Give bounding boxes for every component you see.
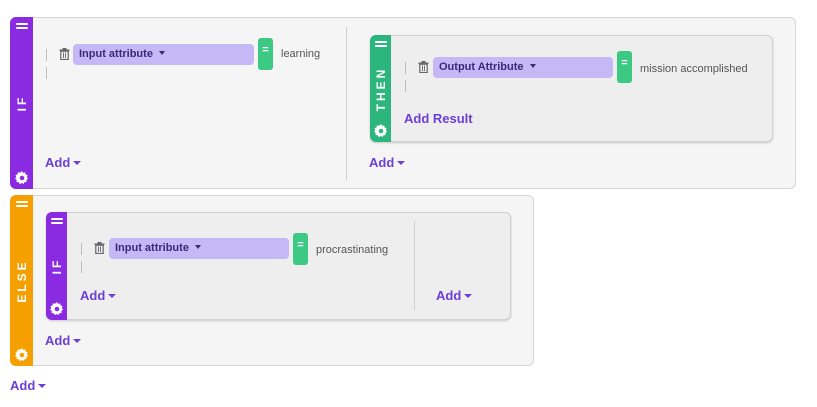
if-label: IF: [14, 94, 29, 112]
drag-handle-icon[interactable]: [405, 61, 409, 92]
gear-icon[interactable]: [14, 348, 29, 362]
condition-value: procrastinating: [316, 244, 389, 256]
then-label: THEN: [373, 66, 388, 111]
add-condition-button[interactable]: Add: [80, 288, 117, 304]
add-root-button[interactable]: Add: [10, 378, 47, 394]
caret-down-icon: [194, 245, 201, 249]
dropdown-label: Output Attribute: [439, 61, 524, 73]
caret-down-icon: [108, 294, 117, 298]
caret-down-icon: [158, 51, 165, 55]
divider: [346, 27, 347, 180]
caret-down-icon: [464, 294, 473, 298]
add-result-button[interactable]: Add Result: [404, 111, 473, 126]
caret-down-icon: [38, 384, 47, 388]
output-attribute-dropdown[interactable]: Output Attribute: [433, 57, 613, 78]
nested-if-strip[interactable]: IF: [46, 212, 67, 320]
add-then-button[interactable]: Add: [369, 155, 406, 171]
caret-down-icon: [529, 64, 536, 68]
add-label: Add: [45, 333, 71, 348]
input-attribute-dropdown[interactable]: Input attribute: [109, 238, 289, 259]
gear-icon[interactable]: [373, 124, 388, 138]
add-label: Add: [80, 288, 106, 303]
if-strip[interactable]: IF: [10, 17, 33, 189]
add-label: Add: [369, 155, 395, 170]
add-condition-button[interactable]: Add: [45, 155, 82, 171]
caret-down-icon: [397, 161, 406, 165]
trash-icon[interactable]: [94, 242, 105, 254]
drag-handle-icon[interactable]: [46, 48, 50, 79]
divider: [414, 221, 415, 310]
add-label: Add: [45, 155, 71, 170]
gear-icon[interactable]: [49, 302, 64, 316]
add-else-button[interactable]: Add: [45, 333, 82, 349]
gear-icon[interactable]: [14, 171, 29, 185]
input-attribute-dropdown[interactable]: Input attribute: [73, 44, 254, 65]
drag-handle-icon[interactable]: [374, 41, 387, 49]
add-label: Add: [436, 288, 462, 303]
add-then-button[interactable]: Add: [436, 288, 473, 304]
trash-icon[interactable]: [418, 61, 429, 73]
equals-operator-button[interactable]: =: [258, 38, 273, 70]
drag-handle-icon[interactable]: [81, 242, 85, 273]
dropdown-label: Input attribute: [115, 242, 189, 254]
equals-operator-button[interactable]: =: [293, 233, 308, 265]
drag-handle-icon[interactable]: [50, 218, 63, 226]
drag-handle-icon[interactable]: [15, 23, 28, 31]
caret-down-icon: [73, 339, 82, 343]
result-value: mission accomplished: [640, 63, 748, 75]
condition-value: learning: [281, 48, 321, 60]
else-strip[interactable]: ELSE: [10, 195, 33, 366]
else-label: ELSE: [14, 258, 29, 303]
drag-handle-icon[interactable]: [15, 201, 28, 209]
equals-operator-button[interactable]: =: [617, 51, 632, 83]
nested-if-label: IF: [49, 257, 64, 275]
then-strip[interactable]: THEN: [370, 35, 391, 142]
dropdown-label: Input attribute: [79, 48, 153, 60]
trash-icon[interactable]: [59, 48, 70, 60]
add-label: Add: [10, 378, 36, 393]
caret-down-icon: [73, 161, 82, 165]
